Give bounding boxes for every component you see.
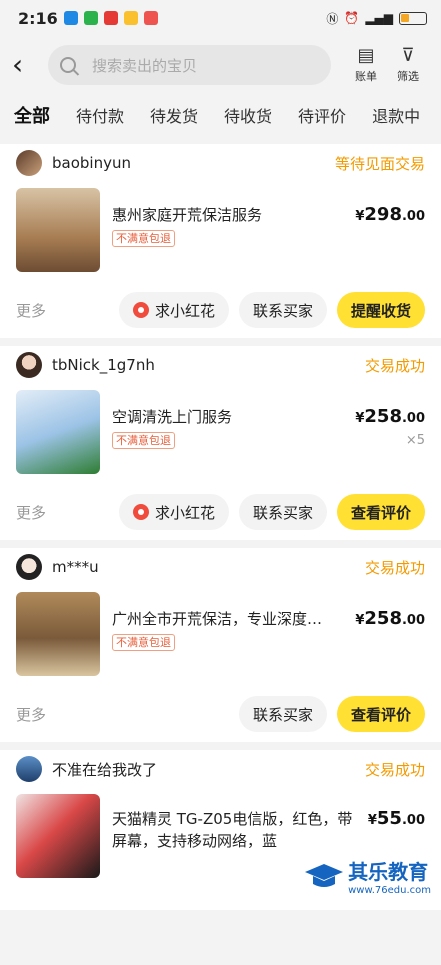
watermark-logo: 其乐教育 www.76edu.com	[304, 856, 431, 896]
tab-pending-shipment[interactable]: 待发货	[150, 103, 198, 127]
filter-icon: ⊽	[401, 45, 415, 66]
order-tabs: 全部 待付款 待发货 待收货 待评价 退款中	[0, 94, 441, 136]
price: ¥258.00	[355, 406, 425, 427]
back-icon[interactable]: ‹	[12, 51, 42, 79]
order-status: 交易成功	[364, 558, 425, 577]
app-notification-icon	[63, 11, 78, 25]
more-button[interactable]: 更多	[16, 502, 46, 523]
request-flower-button[interactable]: 求小红花	[118, 292, 229, 328]
battery-icon	[399, 11, 427, 25]
product-title: 天猫精灵 TG-Z05电信版，红色，带屏幕，支持移动网络，蓝	[112, 810, 353, 850]
watermark-url: www.76edu.com	[348, 885, 431, 896]
search-placeholder: 搜索卖出的宝贝	[92, 56, 198, 75]
order-status: 交易成功	[364, 356, 425, 375]
price: ¥298.00	[355, 204, 425, 225]
order-card[interactable]: m***u 交易成功 广州全市开荒保洁，专业深度… 不满意包退 ¥258.00 …	[0, 548, 441, 742]
alarm-icon: ⏰	[344, 11, 360, 25]
graduation-cap-icon	[305, 864, 344, 887]
wechat-icon	[83, 11, 98, 25]
price-decimal: .00	[401, 813, 425, 828]
quantity: ×5	[405, 433, 425, 448]
bill-icon: ▤	[357, 45, 375, 66]
order-card[interactable]: tbNick_1g7nh 交易成功 空调清洗上门服务 不满意包退 ¥258.00…	[0, 346, 441, 540]
status-bar: 2:16 Ⓝ ⏰ ▂▄▆	[0, 0, 441, 36]
order-card[interactable]: 不准在给我改了 交易成功 天猫精灵 TG-Z05电信版，红色，带屏幕，支持移动网…	[0, 750, 441, 910]
contact-buyer-button[interactable]: 联系买家	[238, 494, 327, 530]
currency-symbol: ¥	[367, 813, 377, 828]
product-image	[16, 794, 100, 878]
product-title: 广州全市开荒保洁，专业深度…	[112, 610, 323, 628]
product-title: 空调清洗上门服务	[112, 408, 233, 426]
product-image	[16, 390, 100, 474]
app-notification-icon	[103, 11, 118, 25]
order-status: 交易成功	[364, 760, 425, 779]
buyer-name[interactable]: baobinyun	[52, 154, 131, 172]
avatar[interactable]	[16, 352, 42, 378]
tab-pending-payment[interactable]: 待付款	[76, 103, 124, 127]
request-flower-label: 求小红花	[154, 301, 215, 320]
app-notification-icon	[123, 11, 138, 25]
buyer-name[interactable]: m***u	[52, 558, 99, 576]
request-flower-label: 求小红花	[154, 503, 215, 522]
avatar[interactable]	[16, 554, 42, 580]
bill-button[interactable]: ▤ 账单	[345, 46, 387, 84]
remind-receipt-button[interactable]: 提醒收货	[336, 292, 425, 328]
flower-icon	[132, 302, 149, 318]
price-decimal: .00	[401, 411, 425, 426]
filter-label: 筛选	[397, 70, 419, 83]
order-item[interactable]: 广州全市开荒保洁，专业深度… 不满意包退 ¥258.00	[16, 586, 425, 686]
tab-all[interactable]: 全部	[14, 102, 50, 128]
filter-button[interactable]: ⊽ 筛选	[387, 46, 429, 84]
tab-refunding[interactable]: 退款中	[372, 103, 420, 127]
more-button[interactable]: 更多	[16, 704, 46, 725]
buyer-name[interactable]: tbNick_1g7nh	[52, 356, 155, 374]
status-time: 2:16	[18, 8, 58, 28]
price: ¥55.00	[368, 808, 425, 829]
signal-icon: ▂▄▆	[365, 11, 393, 25]
nfc-icon: Ⓝ	[326, 11, 339, 26]
order-item[interactable]: 惠州家庭开荒保洁服务 不满意包退 ¥298.00	[16, 182, 425, 282]
view-review-button[interactable]: 查看评价	[336, 696, 425, 732]
order-status: 等待见面交易	[334, 154, 425, 173]
buyer-name[interactable]: 不准在给我改了	[52, 759, 157, 780]
top-bar: ‹ 搜索卖出的宝贝 ▤ 账单 ⊽ 筛选	[0, 36, 441, 94]
price-integer: 55	[376, 808, 402, 829]
product-image	[16, 592, 100, 676]
price-integer: 298	[364, 204, 402, 225]
refund-badge: 不满意包退	[112, 230, 175, 247]
watermark-name: 其乐教育	[348, 860, 429, 884]
more-button[interactable]: 更多	[16, 300, 46, 321]
price-decimal: .00	[401, 613, 425, 628]
contact-buyer-button[interactable]: 联系买家	[238, 292, 327, 328]
order-card[interactable]: baobinyun 等待见面交易 惠州家庭开荒保洁服务 不满意包退 ¥298.0…	[0, 144, 441, 338]
tab-pending-review[interactable]: 待评价	[298, 103, 346, 127]
refund-badge: 不满意包退	[112, 634, 175, 651]
contact-buyer-button[interactable]: 联系买家	[238, 696, 327, 732]
bill-label: 账单	[355, 70, 377, 83]
flower-icon	[132, 504, 149, 520]
search-icon	[60, 57, 76, 73]
request-flower-button[interactable]: 求小红花	[118, 494, 229, 530]
search-input[interactable]: 搜索卖出的宝贝	[48, 45, 331, 85]
price-integer: 258	[364, 608, 402, 629]
app-notification-icon	[143, 11, 158, 25]
price: ¥258.00	[355, 608, 425, 629]
price-integer: 258	[364, 406, 402, 427]
tab-pending-receipt[interactable]: 待收货	[224, 103, 272, 127]
order-item[interactable]: 空调清洗上门服务 不满意包退 ¥258.00 ×5	[16, 384, 425, 484]
avatar[interactable]	[16, 756, 42, 782]
product-title: 惠州家庭开荒保洁服务	[112, 206, 263, 224]
avatar[interactable]	[16, 150, 42, 176]
refund-badge: 不满意包退	[112, 432, 175, 449]
price-decimal: .00	[401, 209, 425, 224]
view-review-button[interactable]: 查看评价	[336, 494, 425, 530]
product-image	[16, 188, 100, 272]
